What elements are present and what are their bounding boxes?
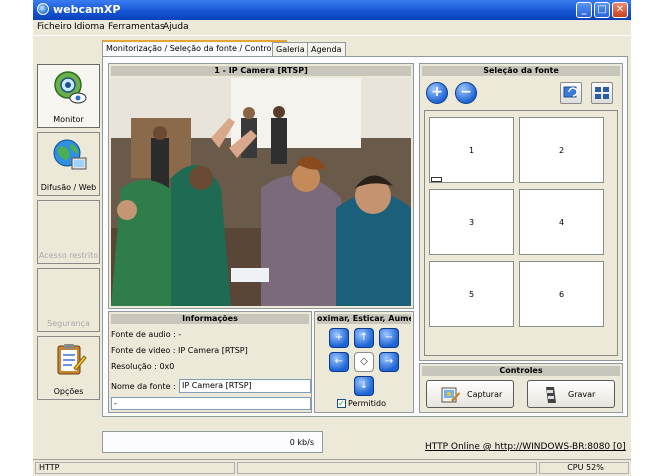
menu-idioma[interactable]: Idioma xyxy=(74,22,105,32)
sidebar-item-monitor[interactable]: Monitor xyxy=(37,64,100,128)
audio-source-text: Fonte de audio : - xyxy=(111,330,182,339)
status-middle xyxy=(237,462,537,474)
plus-icon: + xyxy=(431,84,443,100)
sidebar-item-opcoes[interactable]: Opções xyxy=(37,336,100,400)
pan-left-button[interactable]: ← xyxy=(329,352,349,372)
status-bar: HTTP CPU 52% xyxy=(33,459,631,476)
minimize-button[interactable]: _ xyxy=(576,2,592,18)
menu-ferramentas[interactable]: Ferramentas xyxy=(108,22,165,32)
arrow-right-icon: → xyxy=(384,356,394,367)
source-extra-input[interactable]: - xyxy=(111,397,311,410)
tab-monitorizacao[interactable]: Monitorização / Seleção da fonte / Contr… xyxy=(102,40,287,57)
webcam-eye-icon xyxy=(54,71,87,104)
permitted-label: Permitido xyxy=(348,399,386,408)
app-icon xyxy=(37,3,49,15)
video-title: 1 - IP Camera [RTSP] xyxy=(111,66,411,76)
video-panel: 1 - IP Camera [RTSP] xyxy=(108,63,414,309)
record-label: Gravar xyxy=(568,390,596,399)
source-cell-5[interactable]: 5 xyxy=(429,261,514,327)
camera-feed-image[interactable] xyxy=(111,78,411,306)
source-settings-button[interactable] xyxy=(560,82,582,104)
status-http: HTTP xyxy=(35,462,235,474)
pan-down-button[interactable]: ↓ xyxy=(354,376,374,396)
maximize-button[interactable]: □ xyxy=(594,2,610,18)
add-source-button[interactable]: + xyxy=(426,82,448,104)
source-cell-3[interactable]: 3 xyxy=(429,189,514,255)
source-cell-4[interactable]: 4 xyxy=(519,189,604,255)
monitor-refresh-icon xyxy=(563,86,578,98)
menu-ajuda[interactable]: Ajuda xyxy=(163,22,189,32)
arrow-up-icon: ↑ xyxy=(359,332,369,343)
window-title: webcamXP xyxy=(53,3,121,16)
sidebar-item-label: Opções xyxy=(53,387,84,396)
zoom-in-icon: + xyxy=(334,332,344,343)
remove-source-button[interactable]: − xyxy=(455,82,477,104)
status-cpu: CPU 52% xyxy=(539,462,629,474)
sidebar-item-acesso-restrito[interactable]: Acesso restrito xyxy=(37,200,100,264)
center-icon: ◇ xyxy=(360,356,368,367)
title-bar[interactable]: webcamXP _ □ ✕ xyxy=(33,0,631,20)
sidebar-item-label: Difusão / Web xyxy=(40,183,97,192)
sidebar-item-label: Acesso restrito xyxy=(38,251,99,260)
tab-agenda[interactable]: Agenda xyxy=(307,42,346,56)
menu-ficheiro[interactable]: Ficheiro xyxy=(37,22,72,32)
source-cell-2[interactable]: 2 xyxy=(519,117,604,183)
controls-title: Controles xyxy=(422,366,620,376)
video-source-text: Fonte de video : IP Camera [RTSP] xyxy=(111,346,248,355)
record-button[interactable]: Gravar xyxy=(527,380,615,408)
camera-photo-icon xyxy=(441,387,460,403)
grid-layout-button[interactable] xyxy=(591,82,613,104)
zoom-out-button[interactable]: − xyxy=(379,328,399,348)
bandwidth-text: 0 kb/s xyxy=(289,438,314,447)
sidebar-item-label: Monitor xyxy=(53,115,84,124)
main-window: webcamXP _ □ ✕ Ficheiro Idioma Ferrament… xyxy=(33,0,631,476)
clipboard-icon xyxy=(57,344,87,375)
controls-panel: Controles Capturar Gravar xyxy=(419,363,623,413)
grid-layout-icon xyxy=(595,87,609,99)
source-name-label: Nome da fonte : xyxy=(111,382,176,391)
capture-button[interactable]: Capturar xyxy=(426,380,514,408)
source-name-input[interactable]: IP Camera [RTSP] xyxy=(179,379,311,393)
info-panel: Informações Fonte de audio : - Fonte de … xyxy=(108,311,312,413)
tab-galeria[interactable]: Galeria xyxy=(272,42,309,56)
info-title: Informações xyxy=(111,314,309,324)
server-status-link[interactable]: HTTP Online @ http://WINDOWS-BR:8080 [0] xyxy=(425,442,626,452)
globe-monitor-icon xyxy=(53,139,87,170)
source-grid: 1 2 3 4 5 6 xyxy=(424,110,618,356)
zoom-panel: oximar, Esticar, Aumer + ↑ − ← ◇ → ↓ ✓ P… xyxy=(314,311,414,413)
sidebar-item-label: Segurança xyxy=(47,319,90,328)
tab-panel-monitorizacao: 1 - IP Camera [RTSP] Seleção da fonte + … xyxy=(102,56,628,417)
bandwidth-box: 0 kb/s xyxy=(102,431,323,453)
source-cell-1[interactable]: 1 xyxy=(429,117,514,183)
active-source-indicator xyxy=(431,177,442,182)
capture-label: Capturar xyxy=(467,390,503,399)
permitted-checkbox[interactable]: ✓ xyxy=(337,399,346,408)
source-selection-panel: Seleção da fonte + − 1 2 3 4 5 6 xyxy=(419,63,623,361)
menu-bar: Ficheiro Idioma Ferramentas Ajuda xyxy=(33,20,631,36)
pan-right-button[interactable]: → xyxy=(379,352,399,372)
pan-up-button[interactable]: ↑ xyxy=(354,328,374,348)
minus-icon: − xyxy=(460,84,472,100)
zoom-out-icon: − xyxy=(384,332,394,343)
film-record-icon xyxy=(546,387,556,403)
zoom-in-button[interactable]: + xyxy=(329,328,349,348)
arrow-down-icon: ↓ xyxy=(359,380,369,391)
close-button[interactable]: ✕ xyxy=(612,2,628,18)
sidebar-item-difusao-web[interactable]: Difusão / Web xyxy=(37,132,100,196)
resolution-text: Resolução : 0x0 xyxy=(111,362,175,371)
arrow-left-icon: ← xyxy=(334,356,344,367)
pan-center-button[interactable]: ◇ xyxy=(354,352,374,372)
zoom-title: oximar, Esticar, Aumer xyxy=(317,314,411,324)
source-selection-title: Seleção da fonte xyxy=(422,66,620,76)
sidebar-item-seguranca[interactable]: Segurança xyxy=(37,268,100,332)
source-cell-6[interactable]: 6 xyxy=(519,261,604,327)
